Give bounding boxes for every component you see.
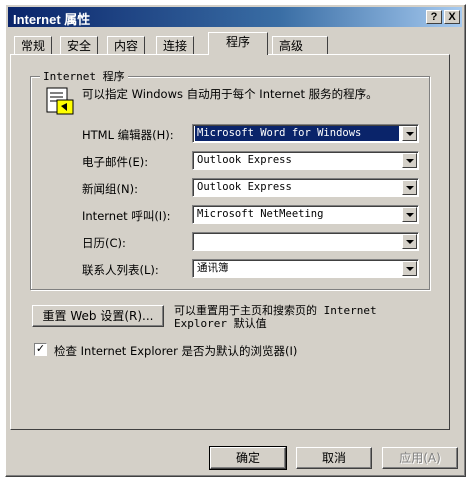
tab-connections[interactable]: 连接 xyxy=(156,36,195,54)
tab-security[interactable]: 安全 xyxy=(60,36,99,54)
html-editor-value: Microsoft Word for Windows xyxy=(195,126,399,141)
tab-content[interactable]: 内容 xyxy=(107,36,146,54)
close-button[interactable]: X xyxy=(444,10,460,24)
title-bar[interactable]: Internet 属性 ? X xyxy=(8,7,462,27)
internet-call-value: Microsoft NetMeeting xyxy=(197,208,324,220)
calendar-label: 日历(C): xyxy=(82,236,126,250)
reset-web-settings-button[interactable]: 重置 Web 设置(R)... xyxy=(32,305,164,327)
calendar-value xyxy=(195,234,199,249)
reset-description-line-1: 可以重置用于主页和搜索页的 Internet xyxy=(174,304,377,317)
html-editor-select[interactable]: Microsoft Word for Windows xyxy=(192,124,419,143)
chevron-down-icon[interactable] xyxy=(402,207,417,222)
group-title: Internet 程序 xyxy=(40,68,128,84)
tab-programs[interactable]: 程序 xyxy=(208,32,268,55)
tab-general[interactable]: 常规 xyxy=(14,36,53,54)
contact-list-select[interactable]: 通讯簿 xyxy=(192,259,419,278)
contact-list-label: 联系人列表(L): xyxy=(82,263,159,277)
ok-button[interactable]: 确定 xyxy=(209,446,287,470)
group-intro-text: 可以指定 Windows 自动用于每个 Internet 服务的程序。 xyxy=(82,87,378,101)
email-select[interactable]: Outlook Express xyxy=(192,151,419,170)
chevron-down-icon[interactable] xyxy=(402,180,417,195)
help-button[interactable]: ? xyxy=(426,10,442,24)
reset-description-line-2: Explorer 默认值 xyxy=(174,317,267,330)
newsgroups-value: Outlook Express xyxy=(197,181,292,193)
internet-call-select[interactable]: Microsoft NetMeeting xyxy=(192,205,419,224)
apply-button[interactable]: 应用(A) xyxy=(382,447,458,469)
internet-call-label: Internet 呼叫(I): xyxy=(82,209,171,223)
chevron-down-icon[interactable] xyxy=(402,261,417,276)
programs-icon xyxy=(46,87,74,115)
html-editor-label: HTML 编辑器(H): xyxy=(82,128,174,142)
cancel-button[interactable]: 取消 xyxy=(296,447,372,469)
contact-list-value: 通讯簿 xyxy=(197,262,229,274)
chevron-down-icon[interactable] xyxy=(402,126,417,141)
newsgroups-label: 新闻组(N): xyxy=(82,182,138,196)
default-browser-checkbox[interactable]: ✓ xyxy=(34,343,47,356)
window-title: Internet 属性 xyxy=(13,12,91,27)
default-browser-label[interactable]: 检查 Internet Explorer 是否为默认的浏览器(I) xyxy=(54,343,297,359)
email-value: Outlook Express xyxy=(197,154,292,166)
chevron-down-icon[interactable] xyxy=(402,153,417,168)
chevron-down-icon[interactable] xyxy=(402,234,417,249)
calendar-select[interactable] xyxy=(192,232,419,251)
newsgroups-select[interactable]: Outlook Express xyxy=(192,178,419,197)
reset-description: 可以重置用于主页和搜索页的 Internet Explorer 默认值 xyxy=(174,304,377,330)
tab-advanced[interactable]: 高级 xyxy=(272,36,328,54)
email-label: 电子邮件(E): xyxy=(82,155,149,169)
tab-strip: 常规 安全 内容 连接 程序 高级 xyxy=(10,32,450,55)
